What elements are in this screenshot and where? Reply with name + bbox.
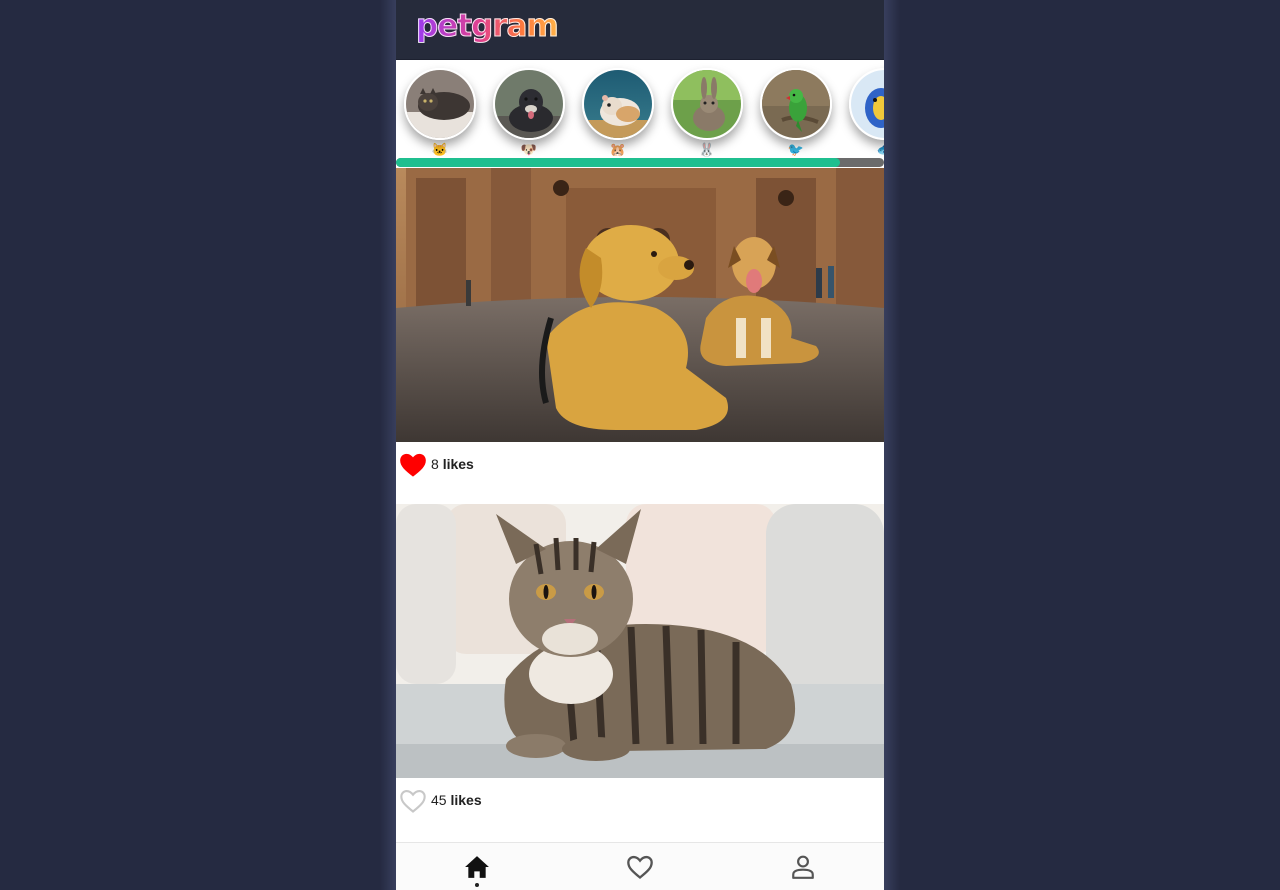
story-hamster[interactable]: 🐹 [582,68,654,158]
story-emoji: 🐹 [609,142,627,157]
nav-home[interactable] [447,843,507,890]
post-card: 45 likes [396,504,884,840]
stories-bar[interactable]: 🐱 🐶 🐹 🐰 🐦 [396,60,884,168]
heart-filled-icon [400,453,426,477]
avatar[interactable] [849,68,884,140]
stories-scrollbar-thumb[interactable] [396,158,841,167]
story-emoji: 🐱 [431,142,449,157]
rabbit-photo [673,70,741,138]
cat-photo [406,70,474,138]
avatar[interactable] [671,68,743,140]
dogs-photo [396,168,884,442]
like-count: 45 likes [431,792,482,808]
post-card: 8 likes [396,168,884,504]
story-cat[interactable]: 🐱 [404,68,476,158]
cat-photo-large [396,504,884,778]
post-photo-cat[interactable] [396,504,884,778]
story-emoji: 🐰 [698,142,716,157]
story-emoji: 🐟 [877,142,884,158]
dog-photo [495,70,563,138]
story-emoji: 🐶 [520,142,538,157]
like-button[interactable] [398,788,428,814]
like-label: likes [442,456,474,472]
story-dog[interactable]: 🐶 [493,68,565,158]
story-bird[interactable]: 🐦 [760,68,832,158]
bird-photo [762,70,830,138]
post-photo-dogs[interactable] [396,168,884,442]
story-fish[interactable]: 🐟 [849,68,884,158]
nav-favorites[interactable] [610,843,670,890]
fish-photo [851,70,884,138]
active-indicator-dot [475,882,480,887]
post-actions: 8 likes [396,442,884,504]
story-rabbit[interactable]: 🐰 [671,68,743,158]
avatar[interactable] [493,68,565,140]
app-header: petgram [396,0,884,60]
petgram-logo[interactable]: petgram [416,10,560,42]
like-button[interactable] [398,452,428,478]
like-label: likes [450,792,482,808]
avatar[interactable] [760,68,832,140]
home-icon [465,855,490,878]
nav-profile[interactable] [773,843,833,890]
heart-outline-icon [400,790,426,813]
like-number: 45 [431,792,447,808]
hamster-photo [584,70,652,138]
like-count: 8 likes [431,456,474,472]
app-frame: petgram 🐱 🐶 🐹 🐰 🐦 8 likes 45 likes [396,0,884,890]
story-emoji: 🐦 [787,142,805,157]
avatar[interactable] [582,68,654,140]
like-number: 8 [431,456,439,472]
avatar[interactable] [404,68,476,140]
heart-icon [627,855,653,879]
bottom-navigation [396,842,884,890]
user-icon [791,855,814,879]
post-actions: 45 likes [396,778,884,840]
